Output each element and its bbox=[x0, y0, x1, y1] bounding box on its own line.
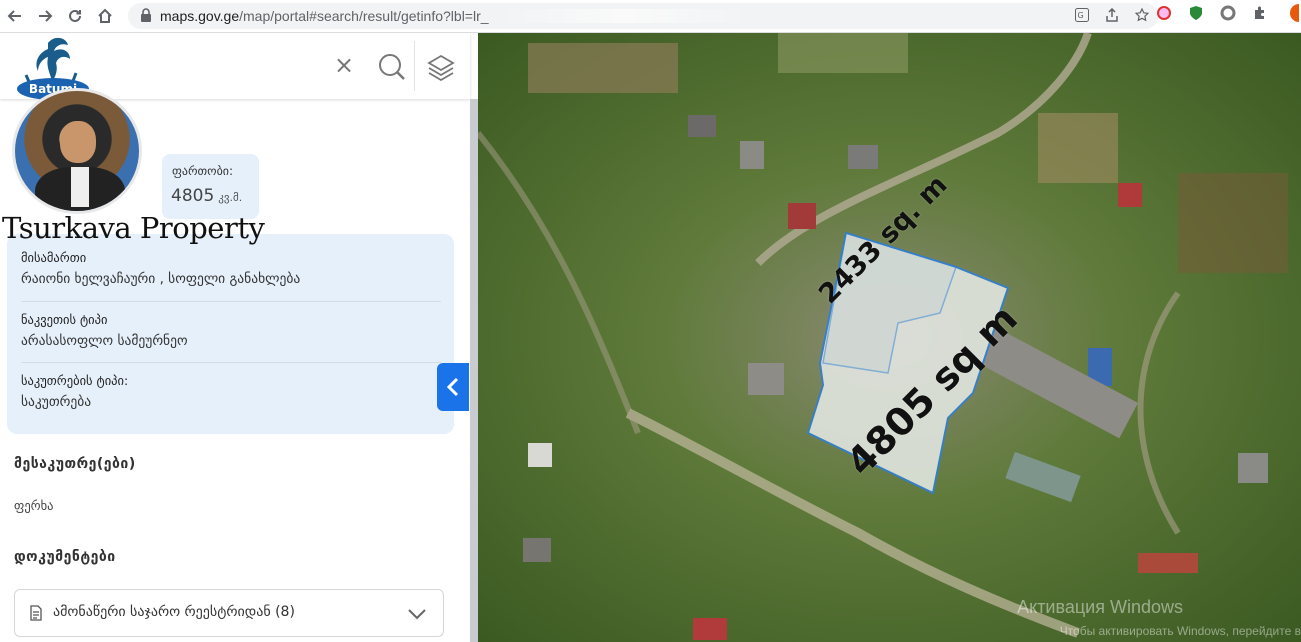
map-imagery bbox=[478, 33, 1301, 642]
svg-text:G: G bbox=[1078, 11, 1084, 20]
detail-parcel-type: ნაკვეთის ტიპი არასასოფლო სამეურნეო bbox=[21, 312, 441, 349]
address-bar[interactable]: maps.gov.ge/map/portal#search/result/get… bbox=[128, 3, 1158, 29]
details-card: მისამართი რაიონი ხელვაჩაური , სოფელი გან… bbox=[7, 234, 454, 434]
chevron-left-icon bbox=[446, 377, 459, 397]
area-value: 4805 კვ.მ. bbox=[171, 186, 243, 206]
detail-address: მისამართი რაიონი ხელვაჩაური , სოფელი გან… bbox=[21, 250, 441, 287]
lock-icon bbox=[140, 7, 152, 26]
extension-shield-icon[interactable] bbox=[1187, 4, 1205, 22]
owners-title: მესაკუთრე(ები) bbox=[14, 456, 136, 472]
documents-dropdown[interactable]: ამონაწერი საჯარო რეესტრიდან (8) bbox=[14, 589, 444, 637]
detail-value: რაიონი ხელვაჩაური , სოფელი განახლება bbox=[21, 271, 301, 287]
collapse-panel-button[interactable] bbox=[437, 363, 469, 411]
panel-scrollbar[interactable] bbox=[470, 99, 478, 642]
area-label: ფართობი: bbox=[172, 164, 234, 178]
search-icon[interactable] bbox=[378, 53, 406, 85]
area-card: ფართობი: 4805 კვ.მ. bbox=[162, 154, 259, 219]
reload-icon[interactable] bbox=[60, 1, 90, 31]
divider bbox=[21, 362, 441, 363]
translate-icon[interactable]: G bbox=[1074, 7, 1090, 23]
extension-o-icon[interactable] bbox=[1155, 4, 1173, 22]
forward-icon[interactable] bbox=[30, 1, 60, 31]
profile-avatar[interactable] bbox=[1283, 4, 1301, 22]
documents-title: დოკუმენტები bbox=[14, 549, 116, 565]
chevron-down-icon bbox=[407, 604, 427, 628]
detail-key: საკუთრების ტიპი: bbox=[21, 373, 129, 388]
windows-activation-watermark: Активация Windows bbox=[1017, 597, 1183, 617]
brand-title: Tsurkava Property bbox=[2, 211, 265, 245]
owner-name: ფერხა bbox=[14, 498, 54, 513]
layers-icon[interactable] bbox=[426, 53, 456, 87]
divider bbox=[21, 301, 441, 302]
extension-icons bbox=[1155, 4, 1301, 22]
detail-key: მისამართი bbox=[21, 250, 87, 265]
puzzle-icon[interactable] bbox=[1251, 4, 1269, 22]
url-text: maps.gov.ge/map/portal#search/result/get… bbox=[160, 8, 489, 24]
info-panel: × Batumi realtor ფართობი: 4805კვ.მ. მისა… bbox=[0, 33, 478, 642]
detail-key: ნაკვეთის ტიპი bbox=[21, 312, 108, 327]
search-divider bbox=[414, 41, 415, 91]
satellite-map[interactable]: 2433 sq. m 4805 sq m Активация Windows Ч… bbox=[478, 33, 1301, 642]
detail-ownership-type: საკუთრების ტიპი: საკუთრება bbox=[21, 373, 441, 410]
home-icon[interactable] bbox=[90, 1, 120, 31]
redacted-url-part bbox=[494, 9, 755, 23]
document-icon bbox=[29, 605, 43, 625]
close-icon[interactable]: × bbox=[334, 53, 354, 77]
detail-value: საკუთრება bbox=[21, 394, 92, 410]
browser-toolbar: maps.gov.ge/map/portal#search/result/get… bbox=[0, 0, 1301, 33]
back-icon[interactable] bbox=[0, 1, 30, 31]
windows-activation-subtext: Чтобы активировать Windows, перейдите в bbox=[1059, 624, 1301, 638]
area-unit: კვ.მ. bbox=[218, 191, 243, 204]
extension-circle-icon[interactable] bbox=[1219, 4, 1237, 22]
agent-photo bbox=[12, 88, 142, 214]
share-icon[interactable] bbox=[1104, 7, 1120, 23]
detail-value: არასასოფლო სამეურნეო bbox=[21, 333, 188, 349]
documents-item-label: ამონაწერი საჯარო რეესტრიდან (8) bbox=[53, 604, 295, 620]
star-icon[interactable] bbox=[1134, 7, 1150, 23]
